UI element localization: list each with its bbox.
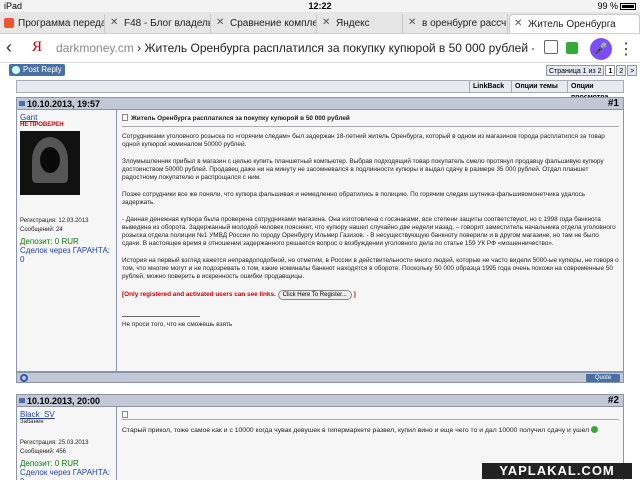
tab-label: Житель Оренбурга bbox=[528, 19, 616, 30]
post-status-icon bbox=[19, 101, 25, 106]
document-icon bbox=[122, 411, 128, 418]
watermark: YAPLAKAL.COM bbox=[482, 463, 632, 479]
ip-icon[interactable] bbox=[20, 374, 28, 382]
user-status: НЕ ПРОВЕРЕН bbox=[20, 122, 64, 128]
forum-toolbar: Post Reply Страница 1 из 2 1 2 > bbox=[0, 63, 640, 77]
close-icon[interactable]: ✕ bbox=[216, 17, 224, 28]
linkback-menu[interactable]: LinkBack bbox=[469, 81, 511, 92]
garant-deals-link[interactable]: Сделок через ГАРАНТА: 0 bbox=[20, 468, 113, 480]
post-title bbox=[122, 411, 619, 420]
back-arrow-icon[interactable]: ‹ bbox=[6, 37, 12, 58]
post-header: 10.10.2013, 19:57 #1 bbox=[16, 97, 624, 110]
post-footer: Quote bbox=[16, 372, 624, 383]
signature-divider bbox=[122, 316, 200, 317]
post-text: Старый прикол, тоже самое как и с 10000 … bbox=[122, 427, 590, 434]
close-icon[interactable]: ✕ bbox=[110, 17, 118, 28]
tab-active-article[interactable]: ✕ Житель Оренбурга bbox=[509, 14, 640, 33]
notice-close: ] bbox=[353, 291, 356, 298]
post-number[interactable]: #1 bbox=[608, 98, 619, 109]
tab-label: Сравнение компле bbox=[230, 18, 317, 29]
favicon-icon bbox=[4, 18, 14, 28]
tab-bar: Программа переда ✕ F48 - Блог владель ✕ … bbox=[0, 12, 640, 34]
view-options-menu[interactable]: Опции просмотра bbox=[567, 81, 624, 101]
tab-label: Программа переда bbox=[18, 18, 105, 29]
paragraph: Сотрудниками уголовного розыска по «горя… bbox=[122, 133, 605, 148]
post-title-text: Житель Оренбурга расплатился за покупку … bbox=[131, 115, 350, 122]
menu-icon[interactable]: ⋮ bbox=[618, 39, 634, 59]
garant-deals-link[interactable]: Сделок через ГАРАНТА: 0 bbox=[20, 246, 113, 264]
paragraph: - Данная денежная купюра была проверена … bbox=[122, 216, 616, 247]
paragraph: Злоумышленник прибыл в магазин с целью к… bbox=[122, 158, 604, 181]
post-date: 10.10.2013, 20:00 bbox=[27, 396, 101, 406]
paragraph: Позже сотрудники все же поняли, что купю… bbox=[122, 191, 586, 206]
document-icon bbox=[122, 114, 128, 121]
deposit-label: Депозит: 0 RUR bbox=[20, 237, 79, 246]
close-icon[interactable]: ✕ bbox=[514, 18, 522, 29]
url-field[interactable]: darkmoney.cm › Житель Оренбурга расплати… bbox=[56, 41, 534, 59]
post-date: 10.10.2013, 19:57 bbox=[27, 99, 101, 109]
paragraph: История на первый взгляд кажется неправд… bbox=[122, 257, 619, 280]
tab-program[interactable]: Программа переда bbox=[0, 14, 105, 33]
signature: Не проси того, что не сможешь взять bbox=[122, 321, 233, 328]
tab-yandex[interactable]: ✕ Яндекс bbox=[318, 14, 403, 33]
registration-date: Регистрация: 25.03.2013 bbox=[20, 440, 89, 446]
hidden-links-notice: [Only registered and activated users can… bbox=[122, 290, 619, 300]
share-icon[interactable] bbox=[544, 40, 558, 54]
close-icon[interactable]: ✕ bbox=[322, 17, 330, 28]
tab-comparison[interactable]: ✕ Сравнение компле bbox=[212, 14, 317, 33]
notice-text: [Only registered and activated users can… bbox=[122, 291, 276, 298]
yandex-logo[interactable]: Я bbox=[32, 39, 42, 56]
thread-nav: LinkBack Опции темы Опции просмотра bbox=[16, 80, 624, 101]
message-count: Сообщений: 24 bbox=[20, 227, 63, 233]
post-title: Житель Оренбурга расплатился за покупку … bbox=[122, 114, 619, 127]
close-icon[interactable]: ✕ bbox=[408, 17, 416, 28]
page-1[interactable]: 1 bbox=[605, 65, 616, 76]
microphone-icon[interactable]: 🎤 bbox=[590, 38, 612, 60]
page-label: Страница 1 из 2 bbox=[546, 65, 605, 76]
thread-options-menu[interactable]: Опции темы bbox=[511, 81, 567, 92]
address-bar: ‹ Я darkmoney.cm › Житель Оренбурга расп… bbox=[0, 35, 640, 63]
user-status: Забанен bbox=[20, 419, 44, 425]
deposit-label: Депозит: 0 RUR bbox=[20, 459, 79, 468]
pagination: Страница 1 из 2 1 2 > bbox=[546, 65, 638, 77]
battery-icon bbox=[620, 3, 636, 10]
battery-indicator: 99 % bbox=[597, 1, 636, 11]
status-bar: iPad 12:22 99 % bbox=[0, 0, 640, 12]
register-button[interactable]: Click Here To Register... bbox=[277, 290, 352, 300]
message-count: Сообщений: 456 bbox=[20, 449, 67, 455]
tab-orenburg-search[interactable]: ✕ в оренбурге рассчи bbox=[404, 14, 508, 33]
tab-label: F48 - Блог владель bbox=[124, 18, 211, 29]
url-title: › Житель Оренбурга расплатился за покупк… bbox=[133, 41, 534, 55]
tab-f48[interactable]: ✕ F48 - Блог владель bbox=[106, 14, 211, 33]
quote-button[interactable]: Quote bbox=[586, 374, 620, 382]
post-status-icon bbox=[19, 398, 25, 403]
username-link[interactable]: Black_SV bbox=[20, 410, 113, 419]
post-body: Gant НЕ ПРОВЕРЕН Регистрация: 12.03.2013… bbox=[16, 110, 624, 372]
clock: 12:22 bbox=[308, 1, 332, 11]
post-number[interactable]: #2 bbox=[608, 395, 619, 406]
page-2[interactable]: 2 bbox=[616, 65, 627, 76]
extension-icon[interactable] bbox=[566, 42, 578, 54]
registration-date: Регистрация: 12.03.2013 bbox=[20, 218, 89, 224]
user-info: Black_SV Забанен Регистрация: 25.03.2013… bbox=[17, 407, 117, 480]
avatar[interactable] bbox=[20, 131, 80, 195]
page-next[interactable]: > bbox=[627, 65, 638, 76]
username-link[interactable]: Gant bbox=[20, 113, 113, 122]
tab-label: Яндекс bbox=[336, 18, 370, 29]
post-reply-button[interactable]: Post Reply bbox=[9, 64, 65, 76]
post-header: 10.10.2013, 20:00 #2 bbox=[16, 394, 624, 407]
smile-icon bbox=[590, 426, 598, 433]
url-domain: darkmoney.cm bbox=[56, 41, 134, 55]
tab-label: в оренбурге рассчи bbox=[422, 18, 508, 29]
user-info: Gant НЕ ПРОВЕРЕН Регистрация: 12.03.2013… bbox=[17, 110, 117, 371]
message-content: Житель Оренбурга расплатился за покупку … bbox=[118, 110, 623, 371]
battery-percent: 99 % bbox=[597, 1, 618, 11]
